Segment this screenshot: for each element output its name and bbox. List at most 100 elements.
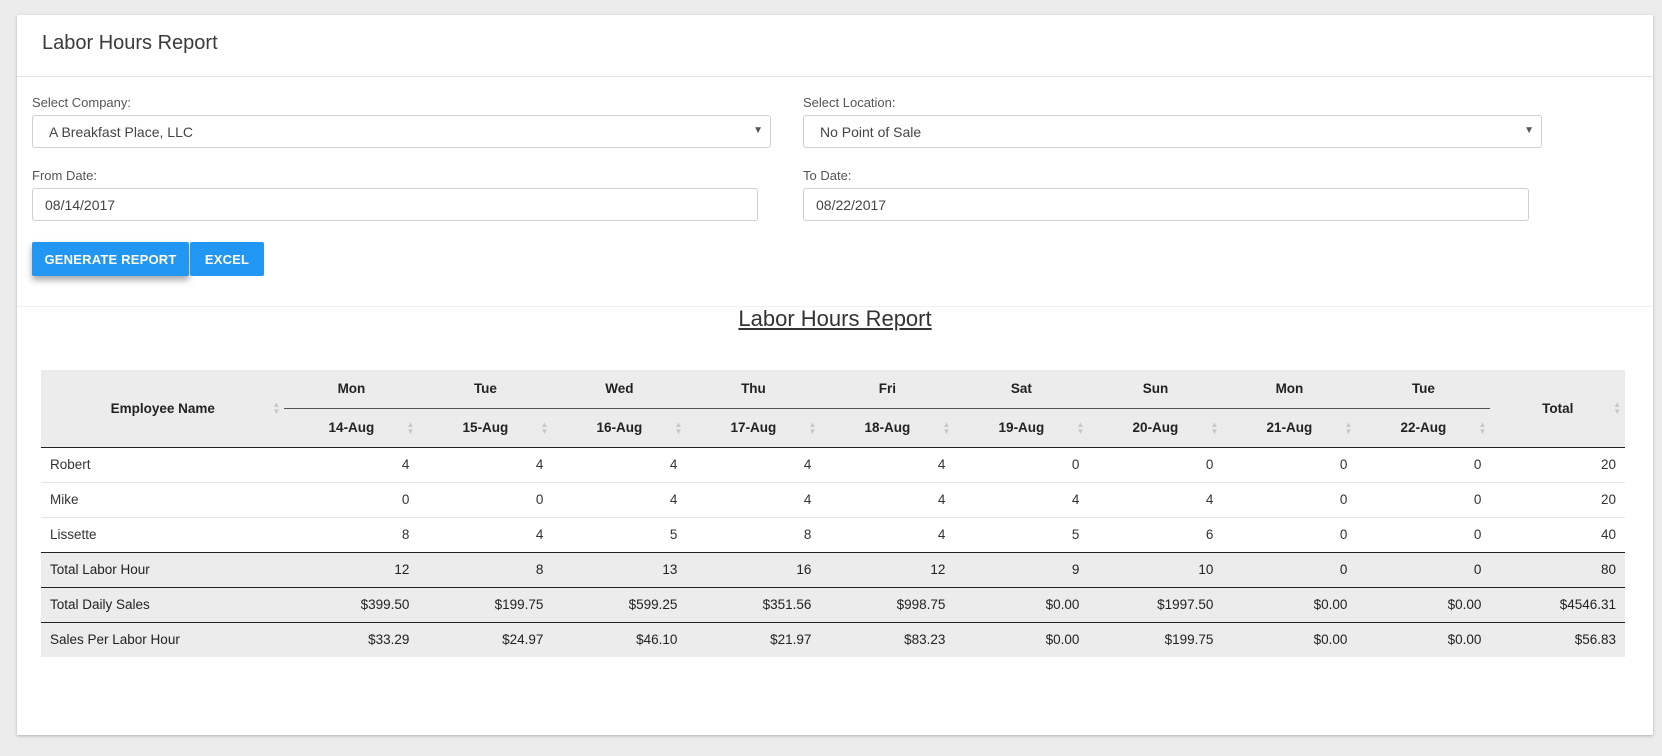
row-label: Mike [41, 481, 285, 517]
table-cell: 4 [535, 457, 544, 472]
table-cell: $24.97 [418, 621, 553, 657]
sort-icon: ▲ ▼ [1076, 419, 1085, 436]
table-cell: $33.29 [284, 621, 419, 657]
location-field: Select Location: No Point of Sale ▼ [803, 95, 1542, 148]
table-cell: 0 [1356, 551, 1491, 587]
table-cell: 9 [954, 551, 1089, 587]
table-cell: $21.97 [686, 621, 821, 657]
company-select[interactable]: A Breakfast Place, LLC ▼ [32, 115, 771, 148]
table-cell: $0.00 [1222, 621, 1357, 657]
table-cell: 12 [284, 551, 419, 587]
report-card: Labor Hours Report Select Company: A Bre… [17, 15, 1653, 735]
date-header[interactable]: 22-Aug ▲ ▼ [1356, 407, 1491, 448]
card-header: Labor Hours Report [17, 15, 1653, 77]
row-label: Lissette [41, 516, 285, 552]
table-cell: $0.00 [1356, 586, 1491, 622]
table-cell: $199.75 [1088, 621, 1223, 657]
sort-icon: ▲ ▼ [942, 419, 951, 436]
sort-icon: ▲ ▼ [808, 419, 817, 436]
table-cell: 0 [1473, 457, 1482, 472]
table-cell: 4 [552, 481, 687, 517]
date-header[interactable]: 16-Aug ▲ ▼ [552, 407, 687, 448]
row-total: 20 [1600, 457, 1616, 472]
table-cell: 8 [284, 516, 419, 552]
table-cell: $399.50 [284, 586, 419, 622]
table-cell: 8 [418, 551, 553, 587]
table-cell: $0.00 [954, 621, 1089, 657]
day-header: Fri [820, 370, 955, 408]
row-total: $56.83 [1490, 621, 1625, 657]
table-cell: 0 [1356, 516, 1491, 552]
table-cell: 5 [954, 516, 1089, 552]
table-cell: $0.00 [954, 586, 1089, 622]
date-header[interactable]: 15-Aug ▲ ▼ [418, 407, 553, 448]
row-total: 40 [1490, 516, 1625, 552]
location-select[interactable]: No Point of Sale ▼ [803, 115, 1542, 148]
to-date-label: To Date: [803, 168, 852, 183]
day-header: Tue [418, 370, 553, 408]
table-cell: 0 [1071, 457, 1080, 472]
table-cell: 0 [1222, 481, 1357, 517]
day-header: Tue [1356, 370, 1491, 408]
date-header[interactable]: 14-Aug ▲ ▼ [284, 407, 419, 448]
date-header[interactable]: 17-Aug ▲ ▼ [686, 407, 821, 448]
table-cell: 4 [401, 457, 410, 472]
day-header: Mon [284, 370, 419, 408]
day-header: Sun [1088, 370, 1223, 408]
table-cell: $0.00 [1222, 586, 1357, 622]
row-total: 80 [1490, 551, 1625, 587]
day-header: Wed [552, 370, 687, 408]
table-cell: 0 [1205, 457, 1214, 472]
table-cell: 0 [1222, 516, 1357, 552]
date-header[interactable]: 20-Aug ▲ ▼ [1088, 407, 1223, 448]
to-date-input[interactable]: 08/22/2017 [803, 188, 1529, 221]
table-cell: 4 [418, 516, 553, 552]
table-cell: 0 [1222, 551, 1357, 587]
row-label: Robert [50, 457, 91, 472]
table-cell: 4 [803, 457, 812, 472]
table-cell: $83.23 [820, 621, 955, 657]
table-cell: $199.75 [418, 586, 553, 622]
table-cell: $998.75 [820, 586, 955, 622]
table-cell: 8 [686, 516, 821, 552]
generate-report-button[interactable]: GENERATE REPORT [32, 242, 189, 276]
employee-name-header[interactable]: Employee Name ▲ ▼ [41, 370, 285, 448]
date-header[interactable]: 21-Aug ▲ ▼ [1222, 407, 1357, 448]
sort-icon: ▲ ▼ [1210, 419, 1219, 436]
row-total: 20 [1490, 481, 1625, 517]
sort-icon: ▲ ▼ [406, 419, 415, 436]
date-header[interactable]: 18-Aug ▲ ▼ [820, 407, 955, 448]
from-date-label: From Date: [32, 168, 98, 183]
sort-icon: ▲ ▼ [674, 419, 683, 436]
summary-row: Total Daily Sales $399.50 $199.75 $599.25 $3… [41, 586, 1625, 622]
sort-icon: ▲ ▼ [272, 400, 281, 417]
to-date-value: 08/22/2017 [816, 196, 887, 213]
table-cell: 4 [820, 481, 955, 517]
total-header[interactable]: Total ▲ ▼ [1490, 370, 1625, 448]
table-cell: 4 [937, 457, 946, 472]
chevron-down-icon: ▼ [753, 125, 763, 136]
table-cell: $351.56 [686, 586, 821, 622]
date-header[interactable]: 19-Aug ▲ ▼ [954, 407, 1089, 448]
table-cell: 0 [1339, 457, 1348, 472]
location-select-value: No Point of Sale [820, 123, 922, 140]
table-cell: 10 [1088, 551, 1223, 587]
table-cell: 12 [820, 551, 955, 587]
company-select-value: A Breakfast Place, LLC [49, 123, 193, 140]
table-cell: $1997.50 [1088, 586, 1223, 622]
sort-icon: ▲ ▼ [1478, 419, 1487, 436]
from-date-value: 08/14/2017 [45, 196, 116, 213]
table-cell: 4 [820, 516, 955, 552]
excel-button[interactable]: EXCEL [190, 242, 264, 276]
company-field: Select Company: A Breakfast Place, LLC ▼ [32, 95, 771, 148]
from-date-input[interactable]: 08/14/2017 [32, 188, 758, 221]
table-cell: 4 [954, 481, 1089, 517]
location-label: Select Location: [803, 95, 896, 110]
table-cell: $46.10 [552, 621, 687, 657]
sort-icon: ▲ ▼ [1344, 419, 1353, 436]
row-label: Total Labor Hour [41, 551, 285, 587]
row-total: $4546.31 [1490, 586, 1625, 622]
to-date-field: To Date: 08/22/2017 [803, 168, 1529, 221]
table-cell: 4 [686, 481, 821, 517]
table-cell: 0 [418, 481, 553, 517]
